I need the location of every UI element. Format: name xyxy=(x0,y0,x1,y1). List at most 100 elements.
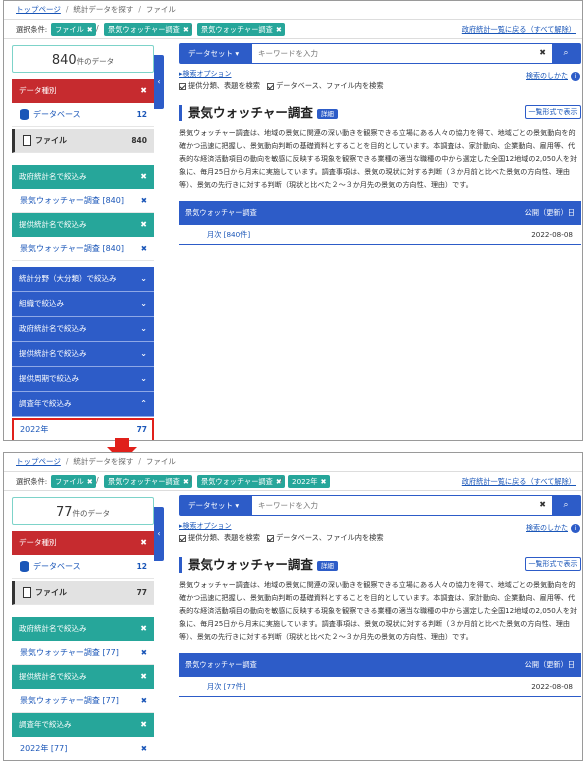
condition-chip[interactable]: ファイル ✖ xyxy=(51,23,96,36)
close-icon: ✖ xyxy=(140,672,147,681)
data-type-database[interactable]: データベース 12 xyxy=(12,103,154,127)
data-type-database[interactable]: データベース 12 xyxy=(12,555,154,579)
close-icon: ✖ xyxy=(86,25,93,34)
sidebar-toggle-button[interactable]: ‹ xyxy=(154,507,164,561)
filter-value[interactable]: 2022年 [77] ✖ xyxy=(12,737,154,760)
clear-icon[interactable]: ✖ xyxy=(539,500,546,509)
selected-conditions-bar: 選択条件: ファイル ✖ / 景気ウォッチャー調査 ✖ / 景気ウォッチャー調査 ✖ … xyxy=(4,471,582,491)
filter-collapsed[interactable]: 政府統計名で絞込み ⌄ xyxy=(12,317,154,342)
search-input[interactable] xyxy=(258,44,538,63)
detail-button[interactable]: 詳細 xyxy=(316,108,338,119)
breadcrumb-search: 統計データを探す xyxy=(73,5,134,14)
checkbox-icon xyxy=(267,82,275,90)
selected-conditions-bar: 選択条件: ファイル ✖ / 景気ウォッチャー調査 ✖ / 景気ウォッチャー調査 ✖ … xyxy=(4,19,582,39)
search-checkboxes[interactable]: 提供分類、表題を検索 データベース、ファイル内を検索 xyxy=(179,81,384,91)
condition-chip[interactable]: ファイル ✖ xyxy=(51,475,96,488)
condition-chip[interactable]: 景気ウォッチャー調査 ✖ xyxy=(197,23,285,36)
condition-chip[interactable]: 景気ウォッチャー調査 ✖ xyxy=(104,23,192,36)
database-icon xyxy=(20,561,29,572)
page-title: 景気ウォッチャー調査 詳細 xyxy=(179,105,338,121)
search-help-link[interactable]: 検索のしかた i xyxy=(526,71,580,81)
search-options-link[interactable]: ▸検索オプション xyxy=(179,69,232,79)
filter-value[interactable]: 景気ウォッチャー調査 [77] ✖ xyxy=(12,689,154,713)
checkbox-icon xyxy=(179,82,186,90)
filter-year-header[interactable]: 調査年で絞込み ⌃ xyxy=(12,392,154,417)
condition-chip[interactable]: 2022年 ✖ xyxy=(288,475,330,488)
chevron-down-icon: ⌄ xyxy=(140,374,147,383)
file-icon xyxy=(23,587,31,598)
breadcrumb-current: ファイル xyxy=(145,457,176,466)
search-icon[interactable]: ⌕ xyxy=(552,496,580,515)
result-count: 840件のデータ xyxy=(12,45,154,73)
sidebar-toggle-button[interactable]: ‹ xyxy=(154,55,164,109)
table-header: 景気ウォッチャー調査 公開（更新）日 xyxy=(179,201,581,225)
detail-button[interactable]: 詳細 xyxy=(316,560,338,571)
clear-icon[interactable]: ✖ xyxy=(539,48,546,57)
filter-collapsed[interactable]: 提供統計名で絞込み ⌄ xyxy=(12,342,154,367)
search-input[interactable] xyxy=(258,496,538,515)
filter-collapsed[interactable]: 統計分野（大分類）で絞込み ⌄ xyxy=(12,267,154,292)
filter-collapsed[interactable]: 組織で絞込み ⌄ xyxy=(12,292,154,317)
close-icon: ✖ xyxy=(182,477,189,486)
checkbox-icon xyxy=(267,534,275,542)
close-icon: ✖ xyxy=(140,538,147,547)
search-icon[interactable]: ⌕ xyxy=(552,44,580,63)
page-title: 景気ウォッチャー調査 詳細 xyxy=(179,557,338,573)
filter-header-provided-stat[interactable]: 提供統計名で絞込み ✖ xyxy=(12,213,154,237)
dataset-select[interactable]: データセット ▾ xyxy=(180,44,252,63)
close-icon: ✖ xyxy=(182,25,189,34)
chevron-down-icon: ⌄ xyxy=(140,299,147,308)
clear-all-link[interactable]: 政府統計一覧に戻る（すべて解除） xyxy=(462,25,576,35)
table-row[interactable]: 月次 [77件] 2022-08-08 xyxy=(179,677,581,697)
close-icon: ✖ xyxy=(140,744,147,753)
data-type-header[interactable]: データ種別 ✖ xyxy=(12,79,154,103)
close-icon: ✖ xyxy=(140,624,147,633)
close-icon: ✖ xyxy=(140,648,147,657)
breadcrumb: トップページ / 統計データを探す / ファイル xyxy=(16,457,176,466)
filter-header-gov-stat[interactable]: 政府統計名で絞込み ✖ xyxy=(12,617,154,641)
close-icon: ✖ xyxy=(140,220,147,229)
filter-header-provided-stat[interactable]: 提供統計名で絞込み ✖ xyxy=(12,665,154,689)
conditions-label: 選択条件: xyxy=(16,477,48,486)
breadcrumb: トップページ / 統計データを探す / ファイル xyxy=(16,5,176,14)
list-format-button[interactable]: 一覧形式で表示 xyxy=(525,557,581,571)
condition-chip[interactable]: 景気ウォッチャー調査 ✖ xyxy=(104,475,192,488)
filter-header-gov-stat[interactable]: 政府統計名で絞込み ✖ xyxy=(12,165,154,189)
chevron-down-icon: ⌄ xyxy=(140,324,147,333)
close-icon: ✖ xyxy=(86,477,93,486)
filter-value[interactable]: 景気ウォッチャー調査 [840] ✖ xyxy=(12,237,154,261)
breadcrumb-search: 統計データを探す xyxy=(73,457,134,466)
filter-collapsed[interactable]: 提供周期で絞込み ⌄ xyxy=(12,367,154,392)
condition-chip[interactable]: 景気ウォッチャー調査 ✖ xyxy=(197,475,285,488)
data-type-file[interactable]: ファイル 77 xyxy=(12,581,154,605)
chevron-down-icon: ⌄ xyxy=(140,349,147,358)
filter-header-year[interactable]: 調査年で絞込み ✖ xyxy=(12,713,154,737)
close-icon: ✖ xyxy=(140,720,147,729)
dataset-select[interactable]: データセット ▾ xyxy=(180,496,252,515)
clear-all-link[interactable]: 政府統計一覧に戻る（すべて解除） xyxy=(462,477,576,487)
filter-value[interactable]: 景気ウォッチャー調査 [77] ✖ xyxy=(12,641,154,665)
close-icon: ✖ xyxy=(275,25,282,34)
checkbox-icon xyxy=(179,534,186,542)
search-checkboxes[interactable]: 提供分類、表題を検索 データベース、ファイル内を検索 xyxy=(179,533,384,543)
table-header: 景気ウォッチャー調査 公開（更新）日 xyxy=(179,653,581,677)
close-icon: ✖ xyxy=(320,477,327,486)
breadcrumb-home-link[interactable]: トップページ xyxy=(16,5,61,14)
database-icon xyxy=(20,109,29,120)
data-type-file[interactable]: ファイル 840 xyxy=(12,129,154,153)
close-icon: ✖ xyxy=(140,196,147,205)
conditions-label: 選択条件: xyxy=(16,25,48,34)
info-icon: i xyxy=(571,72,580,81)
list-format-button[interactable]: 一覧形式で表示 xyxy=(525,105,581,119)
filter-value[interactable]: 景気ウォッチャー調査 [840] ✖ xyxy=(12,189,154,213)
search-options-link[interactable]: ▸検索オプション xyxy=(179,521,232,531)
screenshot-after: トップページ / 統計データを探す / ファイル 選択条件: ファイル ✖ / 景気ウォッ… xyxy=(3,452,583,761)
screenshot-before: トップページ / 統計データを探す / ファイル 選択条件: ファイル ✖ / 景気ウォッ… xyxy=(3,0,583,441)
breadcrumb-home-link[interactable]: トップページ xyxy=(16,457,61,466)
info-icon: i xyxy=(571,524,580,533)
survey-description: 景気ウォッチャー調査は、地域の景気に関連の深い動きを観察できる立場にある人々の協… xyxy=(179,580,578,641)
table-row[interactable]: 月次 [840件] 2022-08-08 xyxy=(179,225,581,245)
close-icon: ✖ xyxy=(140,696,147,705)
data-type-header[interactable]: データ種別 ✖ xyxy=(12,531,154,555)
search-help-link[interactable]: 検索のしかた i xyxy=(526,523,580,533)
